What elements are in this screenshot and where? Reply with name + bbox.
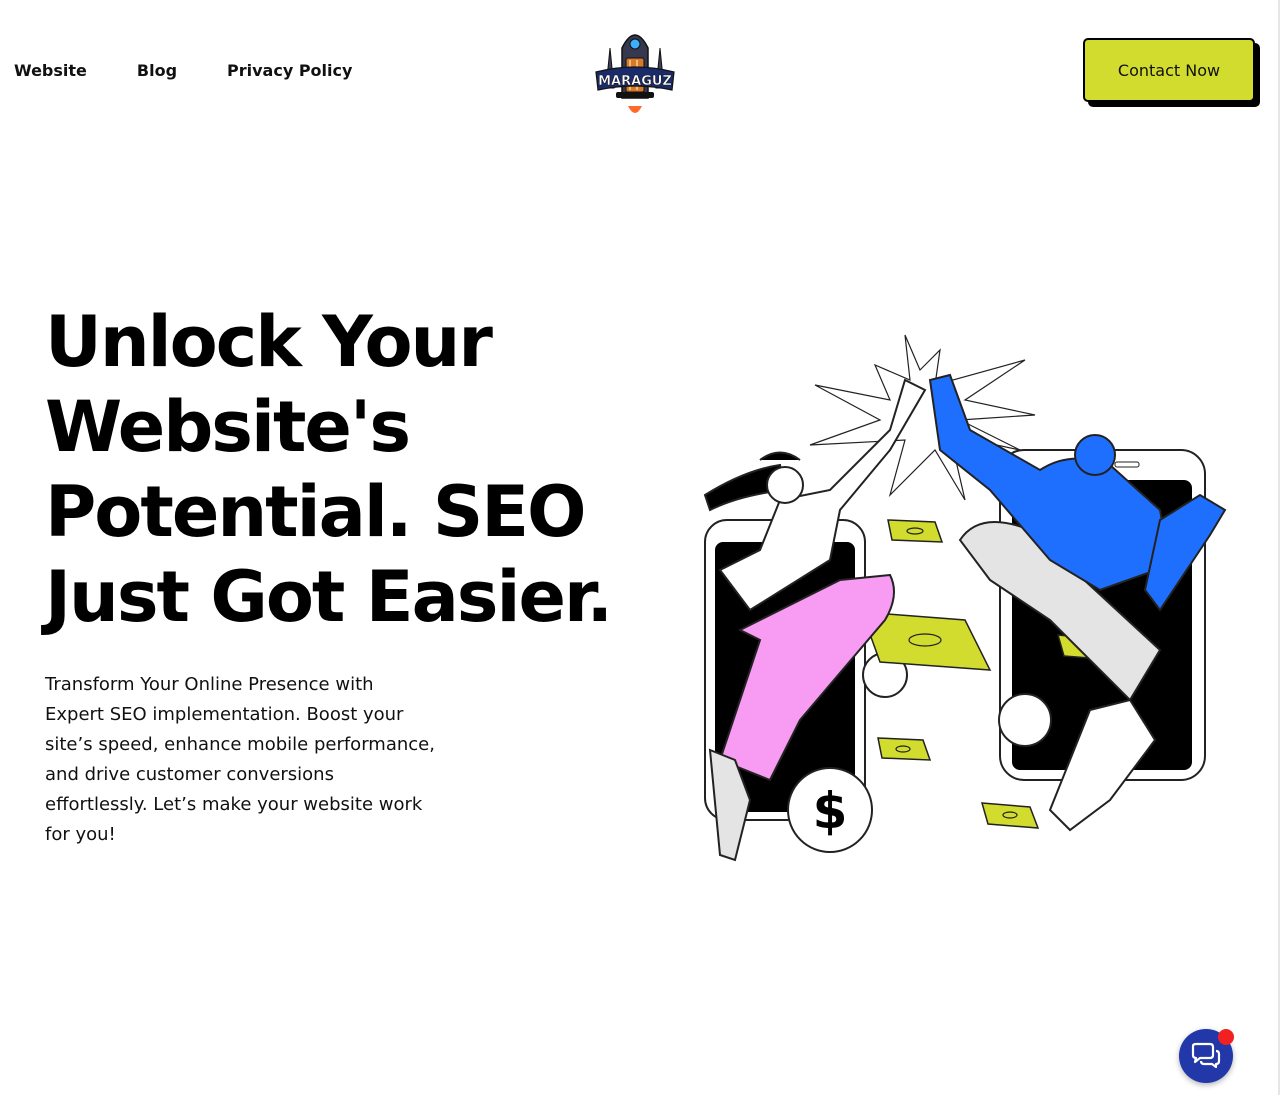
dollar-coin-icon: $ [787,767,873,853]
contact-now-button[interactable]: Contact Now [1083,38,1255,102]
chat-bubbles-icon [1191,1042,1221,1069]
nav-link-website[interactable]: Website [14,58,87,84]
logo-wordmark: MARAGUZ [598,74,672,89]
high-five-illustration: $ [703,334,1227,862]
main-nav: Website Blog Privacy Policy [14,58,402,84]
flame-icon [628,106,642,113]
nav-link-blog[interactable]: Blog [137,58,177,84]
hero-title: Unlock Your Website's Potential. SEO Jus… [45,301,613,638]
nav-link-privacy-policy[interactable]: Privacy Policy [227,58,352,84]
hero-subtitle: Transform Your Online Presence with Expe… [45,674,435,845]
notification-dot [1218,1029,1234,1045]
coin-icon [998,693,1052,747]
svg-text:$: $ [813,782,848,840]
contact-now-label: Contact Now [1117,60,1221,80]
logo[interactable]: MARAGUZ [592,20,678,120]
